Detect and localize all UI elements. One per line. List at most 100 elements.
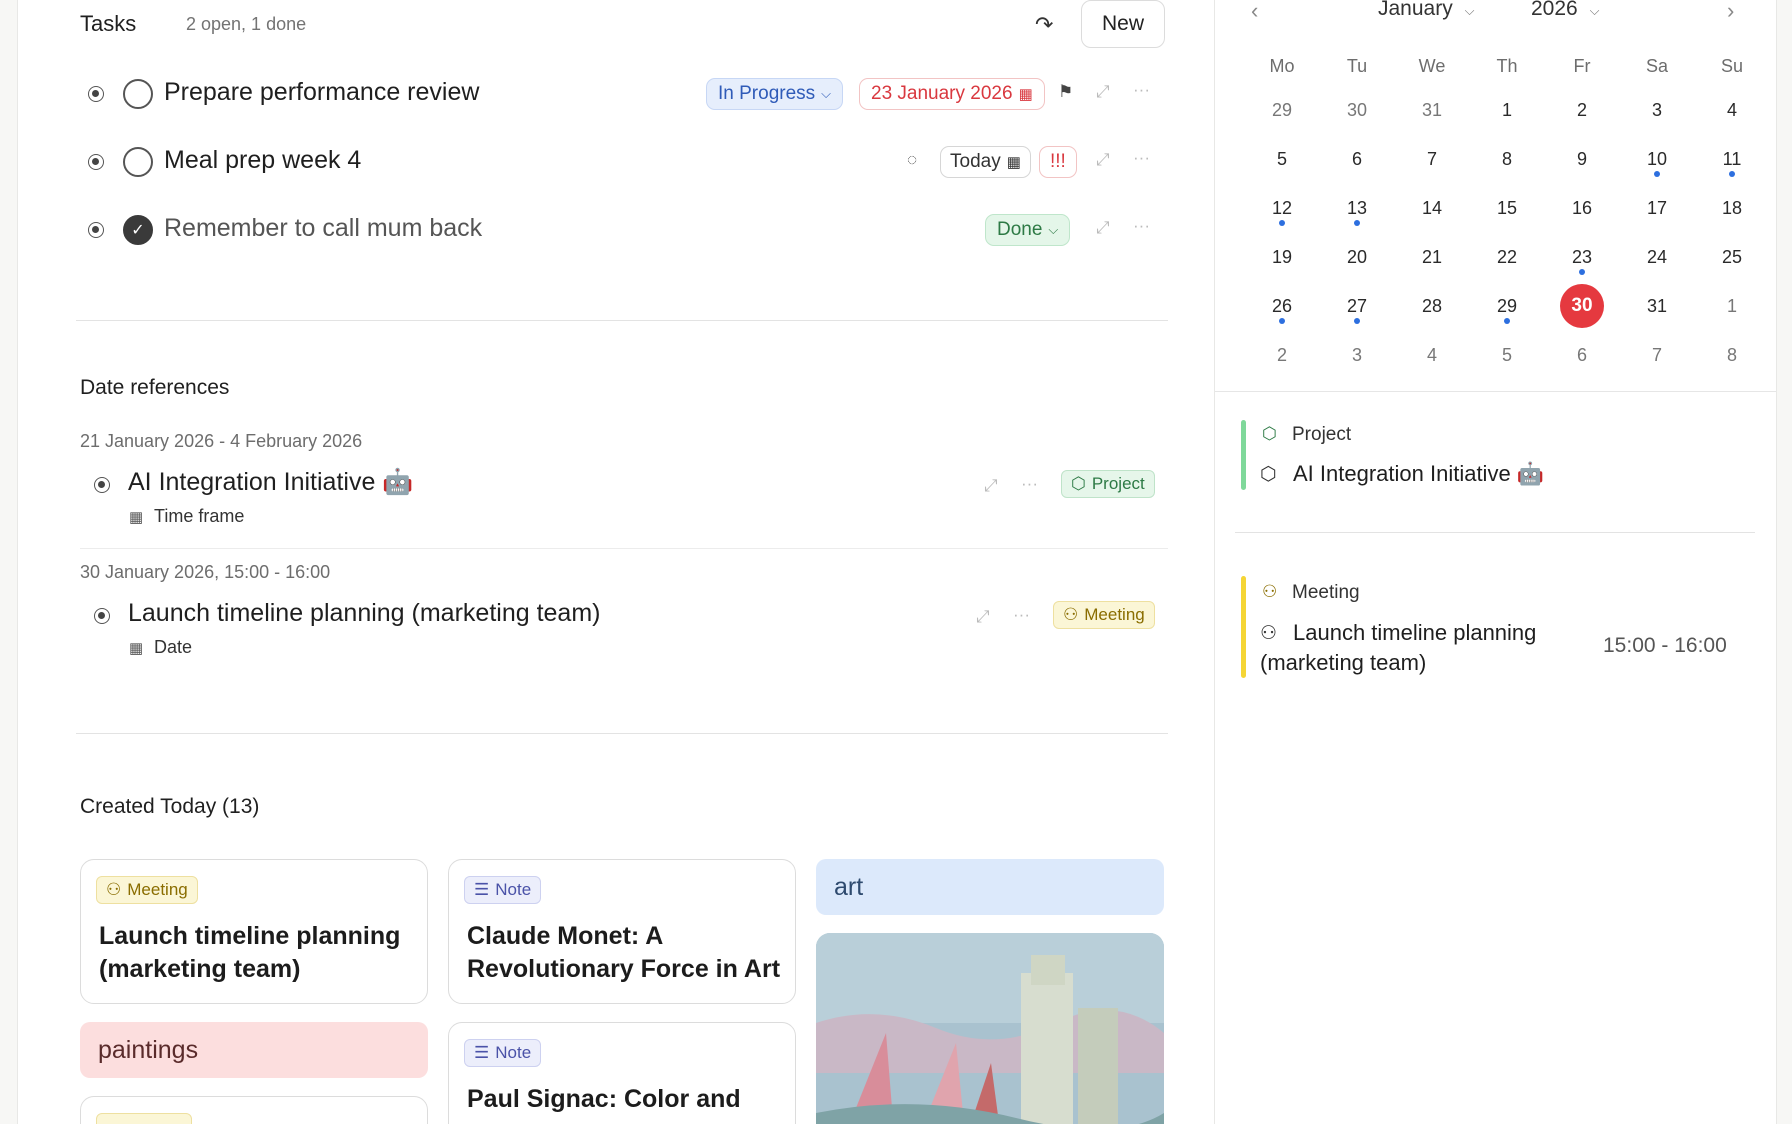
calendar-day[interactable]: 5: [1485, 333, 1529, 377]
chevron-left-icon[interactable]: ‹: [1251, 0, 1258, 24]
more-icon[interactable]: ···: [1133, 216, 1150, 236]
redo-icon[interactable]: ↷: [1035, 12, 1053, 38]
agenda-title[interactable]: AI Integration Initiative 🤖: [1293, 461, 1544, 487]
note-card[interactable]: ☰ Note Paul Signac: Color and: [448, 1022, 796, 1124]
calendar-day[interactable]: 4: [1410, 333, 1454, 377]
more-icon[interactable]: ···: [1013, 605, 1030, 625]
note-card[interactable]: ☰ Note Claude Monet: A Revolutionary For…: [448, 859, 796, 1004]
due-date-chip[interactable]: 23 January 2026 ▦: [859, 78, 1045, 110]
calendar-day[interactable]: 28: [1410, 284, 1454, 328]
status-dropdown[interactable]: Done ⌵: [985, 214, 1071, 246]
expand-icon[interactable]: ⤢: [1096, 218, 1110, 238]
calendar-icon: ▦: [129, 509, 144, 526]
more-icon[interactable]: ···: [1133, 148, 1150, 168]
calendar-day[interactable]: 25: [1710, 235, 1754, 279]
calendar-day[interactable]: 12: [1260, 186, 1304, 230]
drag-handle-icon[interactable]: [94, 477, 110, 493]
card-partial[interactable]: [80, 1096, 428, 1124]
calendar-day[interactable]: 19: [1260, 235, 1304, 279]
weekday-label: Th: [1496, 56, 1518, 76]
cube-icon: ⬡: [1071, 474, 1086, 493]
calendar-day[interactable]: 10: [1635, 137, 1679, 181]
due-date-chip[interactable]: Today ▦: [940, 146, 1031, 178]
project-tag[interactable]: ⬡ Project: [1061, 470, 1155, 498]
calendar-day[interactable]: 14: [1410, 186, 1454, 230]
task-title[interactable]: Prepare performance review: [164, 78, 479, 107]
calendar-day[interactable]: 22: [1485, 235, 1529, 279]
meeting-tag[interactable]: ⚇ Meeting: [1053, 601, 1155, 629]
expand-icon[interactable]: ⤢: [976, 607, 990, 627]
reference-title[interactable]: Launch timeline planning (marketing team…: [128, 599, 600, 628]
month-selector[interactable]: January ⌵: [1378, 0, 1474, 21]
task-row[interactable]: Meal prep week 4 ◌ Today ▦ !!! ⤢ ···: [18, 136, 1198, 188]
calendar-day[interactable]: 9: [1560, 137, 1604, 181]
calendar-day[interactable]: 11: [1710, 137, 1754, 181]
task-title[interactable]: Remember to call mum back: [164, 214, 482, 243]
weekday-label: Sa: [1645, 56, 1669, 76]
task-row[interactable]: Prepare performance review In Progress ⌵…: [18, 68, 1198, 120]
calendar-day[interactable]: 31: [1410, 88, 1454, 132]
more-icon[interactable]: ···: [1021, 474, 1038, 494]
status-dropdown[interactable]: In Progress ⌵: [706, 78, 844, 110]
calendar-day[interactable]: 8: [1710, 333, 1754, 377]
drag-handle-icon[interactable]: [88, 86, 104, 102]
expand-icon[interactable]: ⤢: [1096, 150, 1110, 170]
expand-icon[interactable]: ⤢: [1096, 82, 1110, 102]
calendar-day-today[interactable]: 30: [1560, 284, 1604, 328]
task-checkbox[interactable]: [123, 79, 153, 109]
calendar-day[interactable]: 1: [1485, 88, 1529, 132]
reference-title[interactable]: AI Integration Initiative 🤖: [128, 468, 413, 497]
calendar-day[interactable]: 7: [1410, 137, 1454, 181]
calendar-day[interactable]: 13: [1335, 186, 1379, 230]
calendar-day[interactable]: 20: [1335, 235, 1379, 279]
art-tag-band[interactable]: art: [816, 859, 1164, 915]
calendar-day[interactable]: 15: [1485, 186, 1529, 230]
divider: [1215, 391, 1776, 392]
calendar-day[interactable]: 26: [1260, 284, 1304, 328]
calendar-day[interactable]: 27: [1335, 284, 1379, 328]
calendar-day[interactable]: 3: [1335, 333, 1379, 377]
meeting-card[interactable]: ⚇ Meeting Launch timeline planning (mark…: [80, 859, 428, 1004]
calendar-day[interactable]: 29: [1260, 88, 1304, 132]
calendar-day[interactable]: 24: [1635, 235, 1679, 279]
task-checkbox-checked[interactable]: ✓: [123, 215, 153, 245]
calendar-day[interactable]: 8: [1485, 137, 1529, 181]
calendar-day[interactable]: 3: [1635, 88, 1679, 132]
event-dot: [1504, 318, 1510, 324]
calendar-day[interactable]: 7: [1635, 333, 1679, 377]
painting-image[interactable]: [816, 933, 1164, 1124]
calendar-day[interactable]: 2: [1260, 333, 1304, 377]
calendar-day[interactable]: 17: [1635, 186, 1679, 230]
year-selector[interactable]: 2026 ⌵: [1531, 0, 1599, 21]
calendar-day[interactable]: 16: [1560, 186, 1604, 230]
task-title[interactable]: Meal prep week 4: [164, 146, 361, 175]
calendar-day[interactable]: 4: [1710, 88, 1754, 132]
calendar-day[interactable]: 2: [1560, 88, 1604, 132]
drag-handle-icon[interactable]: [88, 154, 104, 170]
calendar-day[interactable]: 1: [1710, 284, 1754, 328]
calendar-day[interactable]: 30: [1335, 88, 1379, 132]
agenda-title[interactable]: Launch timeline planning (marketing team…: [1260, 618, 1560, 678]
chevron-right-icon[interactable]: ›: [1727, 0, 1734, 24]
calendar-day[interactable]: 18: [1710, 186, 1754, 230]
divider: [76, 733, 1168, 734]
new-task-button[interactable]: New: [1081, 0, 1165, 48]
date-range: 30 January 2026, 15:00 - 16:00: [80, 562, 331, 582]
calendar-day[interactable]: 23: [1560, 235, 1604, 279]
flag-icon[interactable]: ⚑: [1058, 82, 1073, 102]
more-icon[interactable]: ···: [1133, 80, 1150, 100]
calendar-day[interactable]: 6: [1335, 137, 1379, 181]
task-row[interactable]: ✓ Remember to call mum back Done ⌵ ⤢ ···: [18, 204, 1198, 256]
priority-chip[interactable]: !!!: [1039, 146, 1077, 178]
calendar-day[interactable]: 21: [1410, 235, 1454, 279]
expand-icon[interactable]: ⤢: [984, 476, 998, 496]
calendar-day[interactable]: 31: [1635, 284, 1679, 328]
calendar-day[interactable]: 5: [1260, 137, 1304, 181]
drag-handle-icon[interactable]: [88, 222, 104, 238]
status-empty-icon[interactable]: ◌: [907, 150, 917, 170]
drag-handle-icon[interactable]: [94, 608, 110, 624]
paintings-tag-band[interactable]: paintings: [80, 1022, 428, 1078]
task-checkbox[interactable]: [123, 147, 153, 177]
calendar-day[interactable]: 29: [1485, 284, 1529, 328]
calendar-day[interactable]: 6: [1560, 333, 1604, 377]
